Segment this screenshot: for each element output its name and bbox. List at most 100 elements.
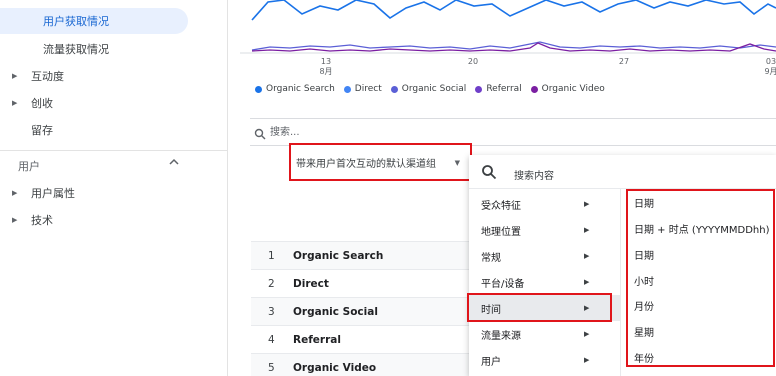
legend-label: Organic Social (401, 84, 467, 94)
menu-option-date-hour[interactable]: 日期 + 时点 (YYYYMMDDhh) (634, 216, 769, 240)
line-chart: 13 8月 20 27 03 9月 (240, 0, 776, 76)
menu-category-geo[interactable]: 地理位置 ▶ (469, 217, 620, 243)
legend-dot (255, 85, 262, 93)
menu-option-date[interactable]: 日期 (634, 190, 654, 214)
menu-category-traffic-source[interactable]: 流量来源 ▶ (469, 321, 620, 347)
dropdown-arrow-icon: ▼ (454, 159, 460, 167)
row-channel-name: Referral (293, 333, 341, 346)
sidebar-item-label: 流量获取情况 (43, 43, 109, 56)
menu-category-label: 流量来源 (481, 330, 521, 342)
caret-right-icon: ▶ (584, 330, 590, 338)
caret-right-icon: ▶ (584, 200, 590, 208)
search-input[interactable] (270, 124, 570, 140)
legend-item[interactable]: Organic Social (390, 84, 467, 94)
chart-legend: Organic Search Direct Organic Social Ref… (255, 84, 605, 94)
sidebar-item-label: 用户属性 (31, 187, 75, 200)
x-tick-label: 9月 (764, 67, 776, 76)
row-channel-name: Organic Video (293, 361, 377, 374)
dimension-menu: 搜索内容 受众特征 ▶ 地理位置 ▶ 常规 ▶ 平台/设备 ▶ 时间 ▶ 流量来… (469, 155, 776, 376)
menu-column-divider (620, 189, 621, 376)
menu-option-label: 日期 (634, 198, 654, 210)
sidebar-item-user-acquisition[interactable]: 用户获取情况 (0, 8, 188, 34)
menu-category-label: 常规 (481, 252, 501, 264)
row-index: 1 (268, 249, 275, 262)
menu-option-hour[interactable]: 小时 (634, 268, 654, 292)
table-row[interactable]: 2 Direct (251, 269, 471, 297)
sidebar-item-label: 技术 (31, 214, 53, 227)
menu-search-placeholder: 搜索内容 (514, 171, 554, 182)
legend-item[interactable]: Referral (475, 84, 522, 94)
x-tick-label: 03 (766, 57, 776, 66)
caret-right-icon: ▶ (584, 304, 590, 312)
table-row[interactable]: 3 Organic Social (251, 297, 471, 325)
sidebar-section-title: 用户 (18, 160, 40, 173)
row-index: 4 (268, 333, 275, 346)
legend-label: Organic Video (541, 84, 605, 94)
caret-right-icon: ▶ (12, 189, 18, 197)
menu-category-user[interactable]: 用户 ▶ (469, 347, 620, 373)
caret-right-icon: ▶ (584, 252, 590, 260)
legend-item[interactable]: Direct (343, 84, 382, 94)
caret-right-icon: ▶ (584, 278, 590, 286)
menu-category-platform[interactable]: 平台/设备 ▶ (469, 269, 620, 295)
legend-label: Organic Search (266, 84, 335, 94)
menu-category-time[interactable]: 时间 ▶ (469, 295, 620, 321)
caret-right-icon: ▶ (12, 72, 18, 80)
search-icon (254, 125, 266, 144)
dimension-selector[interactable]: 带来用户首次互动的默认渠道组 ▼ (289, 143, 472, 181)
dimension-selector-label: 带来用户首次互动的默认渠道组 (296, 158, 436, 170)
row-index: 5 (268, 361, 275, 374)
sidebar-divider (0, 150, 228, 151)
legend-dot (390, 85, 398, 93)
caret-right-icon: ▶ (12, 99, 18, 107)
legend-item[interactable]: Organic Search (255, 84, 335, 94)
sidebar-item-label: 创收 (31, 97, 53, 110)
table-row[interactable]: 1 Organic Search (251, 241, 471, 269)
sidebar-item-label: 互动度 (31, 70, 64, 83)
chart-x-ticks: 13 8月 20 27 03 9月 (319, 57, 776, 76)
row-index: 3 (268, 305, 275, 318)
caret-right-icon: ▶ (12, 216, 18, 224)
table-row[interactable]: 5 Organic Video (251, 353, 471, 376)
caret-right-icon: ▶ (584, 356, 590, 364)
sidebar-item-label: 留存 (31, 124, 53, 137)
menu-search-box[interactable]: 搜索内容 (469, 155, 776, 189)
x-tick-label: 13 (321, 57, 331, 66)
menu-category-general[interactable]: 常规 ▶ (469, 243, 620, 269)
menu-category-label: 时间 (481, 304, 501, 316)
row-channel-name: Organic Social (293, 305, 378, 318)
row-channel-name: Organic Search (293, 249, 384, 262)
legend-label: Referral (486, 84, 522, 94)
menu-option-weekday[interactable]: 星期 (634, 319, 654, 343)
menu-option-label: 日期 (634, 250, 654, 262)
menu-option-label: 日期 + 时点 (YYYYMMDDhh) (634, 224, 770, 236)
sidebar: 用户获取情况 流量获取情况 ▶ 互动度 ▶ 创收 留存 用户 ▶ 用户属性 ▶ … (0, 0, 228, 376)
table-search-bar (250, 118, 776, 146)
menu-option-label: 月份 (634, 301, 654, 313)
menu-category-label: 用户 (481, 356, 501, 368)
menu-option-label: 年份 (634, 353, 654, 365)
legend-dot (343, 85, 351, 93)
menu-option-date-2[interactable]: 日期 (634, 242, 654, 266)
menu-option-label: 小时 (634, 276, 654, 288)
menu-option-month[interactable]: 月份 (634, 293, 654, 317)
series-line-organic-search (251, 0, 776, 21)
table-row[interactable]: 4 Referral (251, 325, 471, 353)
legend-dot (475, 85, 483, 93)
legend-dot (530, 85, 538, 93)
menu-category-label: 受众特征 (481, 200, 521, 212)
menu-category-label: 平台/设备 (481, 278, 525, 290)
menu-category-demographics[interactable]: 受众特征 ▶ (469, 191, 620, 217)
caret-right-icon: ▶ (584, 226, 590, 234)
x-tick-label: 27 (619, 57, 629, 66)
menu-option-year[interactable]: 年份 (634, 345, 654, 369)
chevron-up-icon[interactable] (168, 157, 180, 170)
x-tick-label: 8月 (319, 67, 332, 76)
search-icon (481, 164, 497, 184)
legend-item[interactable]: Organic Video (530, 84, 605, 94)
row-index: 2 (268, 277, 275, 290)
menu-category-label: 地理位置 (481, 226, 521, 238)
x-tick-label: 20 (468, 57, 478, 66)
report-page: 用户获取情况 流量获取情况 ▶ 互动度 ▶ 创收 留存 用户 ▶ 用户属性 ▶ … (0, 0, 776, 376)
sidebar-item-label: 用户获取情况 (43, 15, 109, 28)
